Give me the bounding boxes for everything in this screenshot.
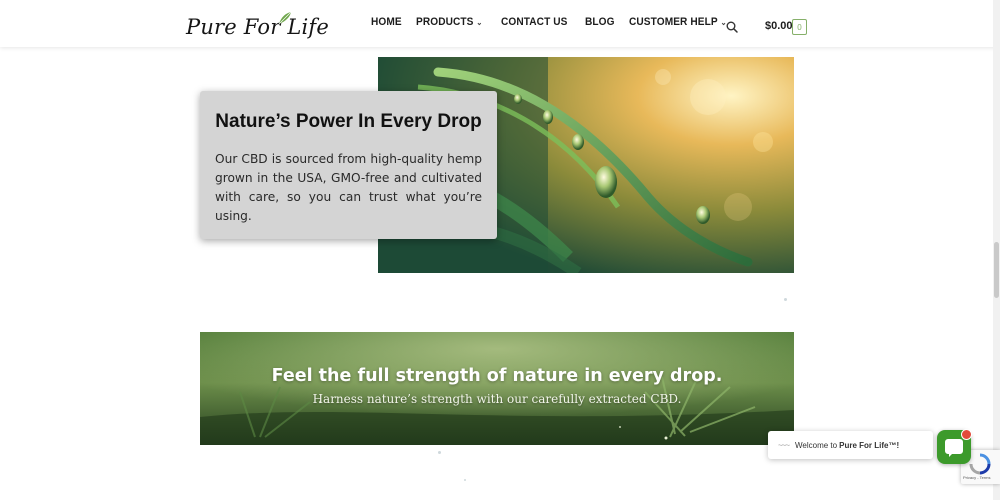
nav-blog[interactable]: BLOG — [585, 16, 615, 28]
decorative-dot — [438, 451, 441, 454]
nav-customer-help-label: CUSTOMER HELP — [629, 16, 718, 28]
nav-contact-label: CONTACT US — [500, 16, 568, 28]
decorative-dot — [464, 479, 466, 481]
cta-banner: Feel the full strength of nature in ever… — [200, 332, 794, 445]
hero-title: Nature’s Power In Every Drop — [215, 111, 482, 132]
banner-subtitle: Harness nature’s strength with our caref… — [312, 392, 682, 406]
site-header: Pure For Life HOME PRODUCTS ⌄ CONTACT US… — [0, 0, 1000, 47]
typing-wave-icon: ~~~ — [778, 440, 790, 450]
decorative-dot — [784, 298, 787, 301]
chat-welcome-bubble[interactable]: ~~~ Welcome to Pure For Life™! — [768, 431, 933, 459]
hemp-water-background — [200, 332, 794, 445]
nav-blog-label: BLOG — [585, 16, 615, 28]
nav-products-label: PRODUCTS — [416, 16, 474, 28]
cart-total[interactable]: $0.00 — [765, 20, 793, 32]
nav-home-label: HOME — [371, 16, 402, 28]
nav-contact-us[interactable]: CONTACT US — [501, 16, 568, 28]
nav-products[interactable]: PRODUCTS ⌄ — [416, 16, 483, 28]
chat-welcome-prefix: Welcome to — [795, 440, 838, 450]
site-logo[interactable]: Pure For Life — [186, 11, 330, 42]
cart-count-badge[interactable]: 0 — [792, 19, 807, 35]
search-icon[interactable] — [725, 20, 739, 34]
hero-text: Our CBD is sourced from high-quality hem… — [215, 152, 482, 223]
nav-home[interactable]: HOME — [371, 16, 402, 28]
recaptcha-icon — [969, 453, 991, 475]
main-nav: HOME PRODUCTS ⌄ CONTACT US BLOG CUSTOMER… — [371, 16, 748, 28]
logo-text: Pure For Life — [186, 15, 330, 39]
hero-card: Nature’s Power In Every Drop Our CBD is … — [200, 91, 497, 239]
recaptcha-privacy-terms[interactable]: Privacy - Terms — [963, 475, 990, 480]
scrollbar-thumb[interactable] — [994, 242, 999, 298]
nav-customer-help[interactable]: CUSTOMER HELP ⌄ — [629, 16, 727, 28]
chevron-down-icon: ⌄ — [476, 17, 483, 27]
chat-notification-dot — [961, 429, 972, 440]
banner-title: Feel the full strength of nature in ever… — [271, 366, 723, 386]
chat-icon — [945, 439, 963, 457]
chat-brand-name: Pure For Life™! — [839, 440, 900, 450]
leaf-icon — [278, 11, 292, 25]
page-scrollbar[interactable] — [993, 0, 1000, 500]
